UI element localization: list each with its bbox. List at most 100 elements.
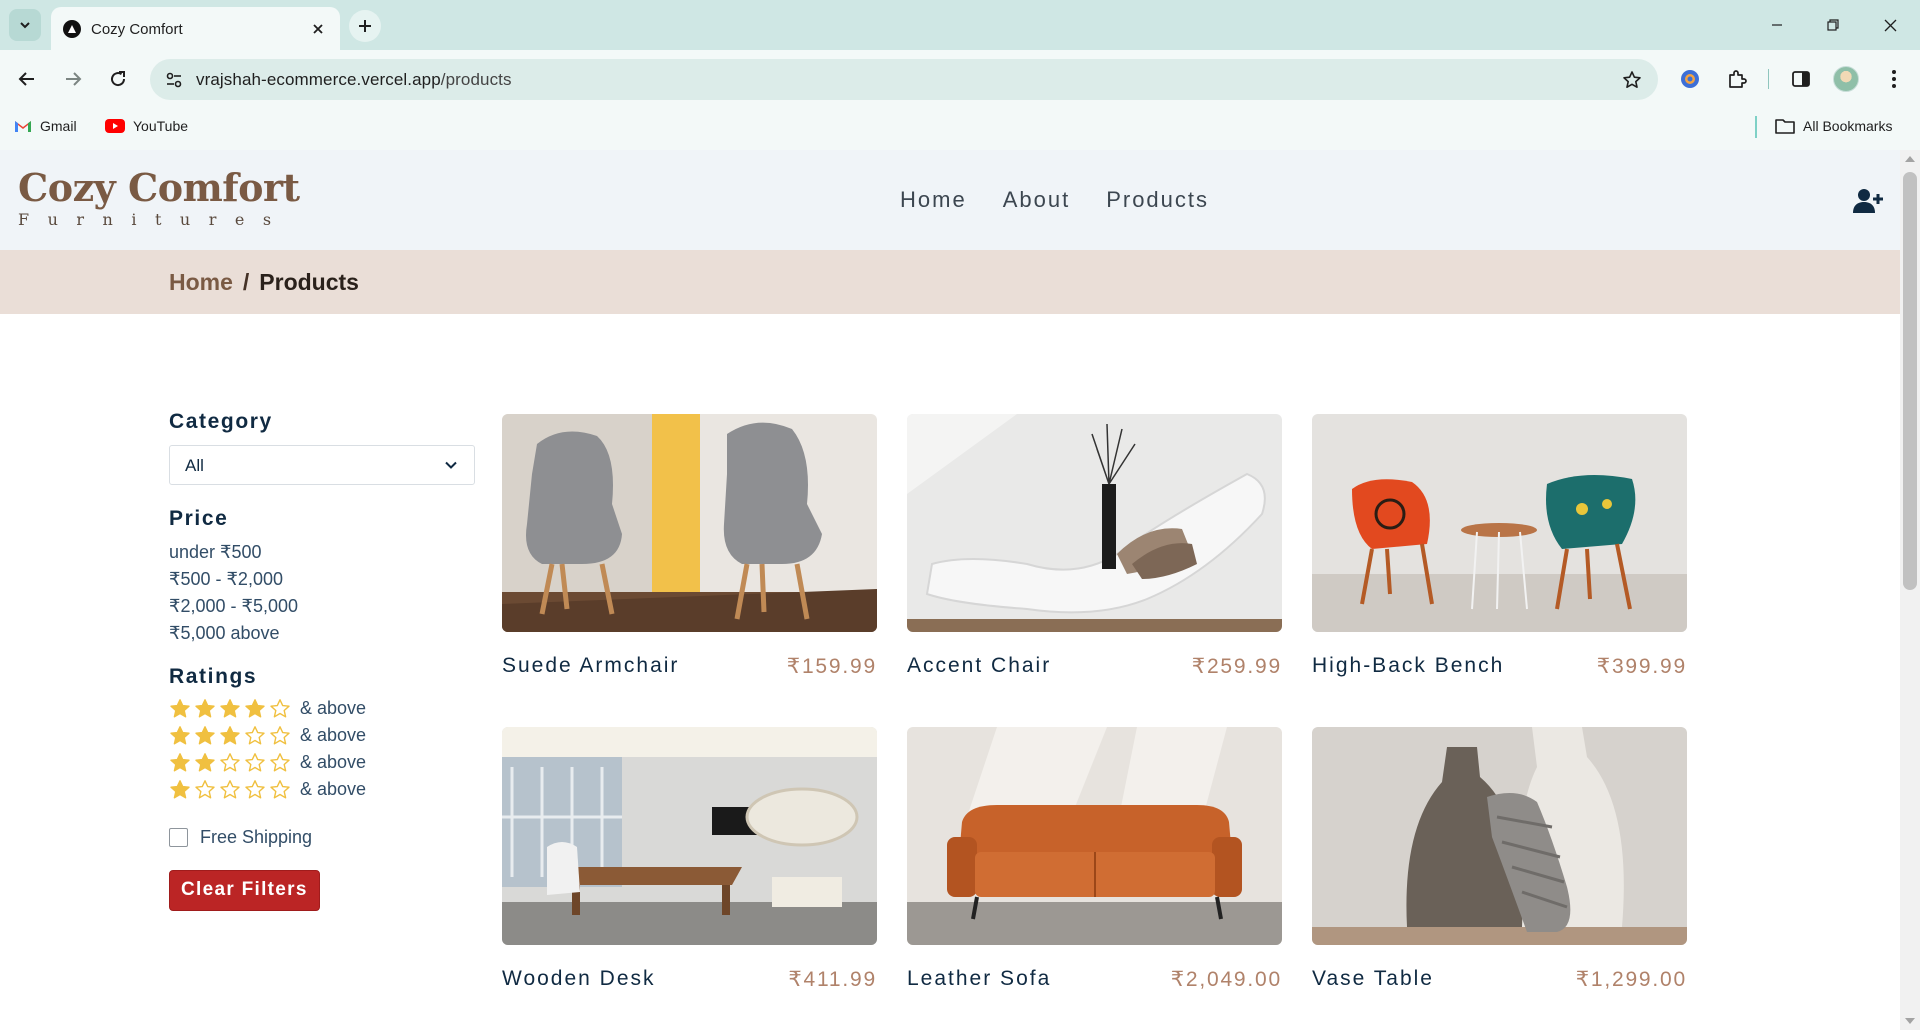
nav-link-home[interactable]: Home: [900, 187, 967, 213]
logo-title: Cozy Comfort: [18, 165, 300, 210]
rating-option[interactable]: & above: [169, 695, 479, 722]
reload-button[interactable]: [102, 63, 134, 95]
address-bar[interactable]: vrajshah-ecommerce.vercel.app/products: [150, 59, 1658, 100]
url-text: vrajshah-ecommerce.vercel.app/products: [196, 70, 512, 90]
star-outline-icon: [245, 725, 265, 744]
reload-icon: [111, 71, 126, 87]
forward-button[interactable]: [57, 63, 89, 95]
nav-link-products[interactable]: Products: [1106, 187, 1209, 213]
rating-label: & above: [300, 752, 367, 772]
product-image-vase[interactable]: [1312, 727, 1687, 945]
star-filled-icon: [170, 725, 190, 744]
product-card[interactable]: Accent Chair ₹259.99: [907, 414, 1282, 679]
scroll-down-arrow-icon[interactable]: [1905, 1018, 1915, 1024]
free-shipping-option[interactable]: Free Shipping: [169, 827, 479, 848]
product-image-sofa[interactable]: [907, 727, 1282, 945]
star-outline-icon: [270, 725, 290, 744]
scroll-up-arrow-icon[interactable]: [1905, 156, 1915, 162]
product-name: Vase Table: [1312, 967, 1434, 990]
product-info: Wooden Desk ₹411.99: [502, 967, 877, 992]
rating-option[interactable]: & above: [169, 749, 479, 776]
price-option[interactable]: ₹500 - ₹2,000: [169, 566, 479, 593]
product-image-bench[interactable]: [1312, 414, 1687, 632]
bookmark-gmail-label: Gmail: [40, 118, 77, 134]
url-path: /products: [440, 70, 512, 89]
price-option[interactable]: ₹2,000 - ₹5,000: [169, 593, 479, 620]
product-image-armchair[interactable]: [502, 414, 877, 632]
rating-option[interactable]: & above: [169, 722, 479, 749]
product-price: ₹411.99: [788, 968, 877, 991]
clear-filters-button[interactable]: Clear Filters: [169, 870, 320, 911]
free-shipping-label: Free Shipping: [200, 827, 313, 847]
star-filled-icon: [195, 698, 215, 717]
page-scrollbar[interactable]: [1900, 150, 1920, 1030]
bookmark-star-icon[interactable]: [1620, 68, 1644, 92]
product-price: ₹2,049.00: [1170, 968, 1282, 991]
extension-icon[interactable]: [1674, 63, 1706, 95]
rating-label: & above: [300, 779, 367, 799]
breadcrumb-separator: /: [242, 269, 250, 295]
star-outline-icon: [245, 779, 265, 798]
ratings-options: & above & above & above & above: [169, 695, 479, 803]
site-logo[interactable]: Cozy Comfort Furnitures: [18, 166, 300, 230]
free-shipping-checkbox[interactable]: [169, 828, 188, 847]
browser-menu-icon[interactable]: [1878, 63, 1910, 95]
category-heading: Category: [169, 410, 273, 433]
profile-avatar[interactable]: [1833, 66, 1859, 92]
product-name: Wooden Desk: [502, 967, 656, 990]
tab-close-icon[interactable]: [308, 19, 328, 39]
product-price: ₹399.99: [1596, 655, 1687, 678]
browser-toolbar: vrajshah-ecommerce.vercel.app/products: [0, 50, 1920, 108]
close-window-button[interactable]: [1872, 10, 1908, 40]
product-name: Suede Armchair: [502, 654, 680, 677]
ratings-heading: Ratings: [169, 665, 258, 688]
nav-link-about[interactable]: About: [1003, 187, 1071, 213]
logo-subtitle: Furnitures: [18, 210, 290, 229]
product-name: Leather Sofa: [907, 967, 1052, 990]
site-header: Cozy Comfort Furnitures Home About Produ…: [0, 150, 1900, 250]
rating-label: & above: [300, 725, 367, 745]
filters-panel: Category All Price under ₹500 ₹500 - ₹2,…: [169, 410, 479, 911]
product-price: ₹259.99: [1191, 655, 1282, 678]
all-bookmarks-button[interactable]: All Bookmarks: [1775, 118, 1892, 134]
product-image-accent-chair[interactable]: [907, 414, 1282, 632]
product-card[interactable]: Vase Table ₹1,299.00: [1312, 727, 1687, 992]
price-heading: Price: [169, 507, 229, 530]
new-tab-button[interactable]: [349, 10, 381, 42]
star-filled-icon: [220, 698, 240, 717]
main-nav: Home About Products: [900, 187, 1209, 213]
rating-option[interactable]: & above: [169, 776, 479, 803]
side-panel-icon[interactable]: [1785, 63, 1817, 95]
close-icon: [1884, 19, 1896, 31]
rating-stars: [169, 752, 291, 774]
product-card[interactable]: Leather Sofa ₹2,049.00: [907, 727, 1282, 992]
tab-search-button[interactable]: [9, 9, 41, 41]
minimize-button[interactable]: [1759, 10, 1795, 40]
product-card[interactable]: Wooden Desk ₹411.99: [502, 727, 877, 992]
star-filled-icon: [170, 752, 190, 771]
extensions-puzzle-icon[interactable]: [1721, 63, 1753, 95]
price-option[interactable]: ₹5,000 above: [169, 620, 479, 647]
breadcrumb-home-link[interactable]: Home: [169, 269, 233, 296]
restore-button[interactable]: [1815, 10, 1851, 40]
all-bookmarks-label: All Bookmarks: [1803, 118, 1893, 134]
breadcrumb: Home / Products: [169, 269, 359, 296]
site-favicon-icon: [63, 20, 81, 38]
url-host: vrajshah-ecommerce.vercel.app: [196, 70, 441, 89]
add-user-icon[interactable]: [1853, 188, 1883, 214]
chevron-down-icon: [20, 22, 30, 29]
category-select[interactable]: All: [169, 445, 475, 485]
price-option[interactable]: under ₹500: [169, 539, 479, 566]
rating-stars: [169, 698, 291, 720]
bookmark-gmail[interactable]: Gmail: [14, 118, 77, 134]
product-card[interactable]: High-Back Bench ₹399.99: [1312, 414, 1687, 679]
back-button[interactable]: [11, 63, 43, 95]
bookmark-youtube[interactable]: YouTube: [105, 118, 188, 134]
star-filled-icon: [170, 779, 190, 798]
browser-tab-active[interactable]: Cozy Comfort: [51, 7, 340, 50]
product-image-desk[interactable]: [502, 727, 877, 945]
site-info-icon[interactable]: [164, 70, 184, 90]
scroll-thumb[interactable]: [1903, 172, 1917, 590]
product-card[interactable]: Suede Armchair ₹159.99: [502, 414, 877, 679]
star-outline-icon: [270, 779, 290, 798]
